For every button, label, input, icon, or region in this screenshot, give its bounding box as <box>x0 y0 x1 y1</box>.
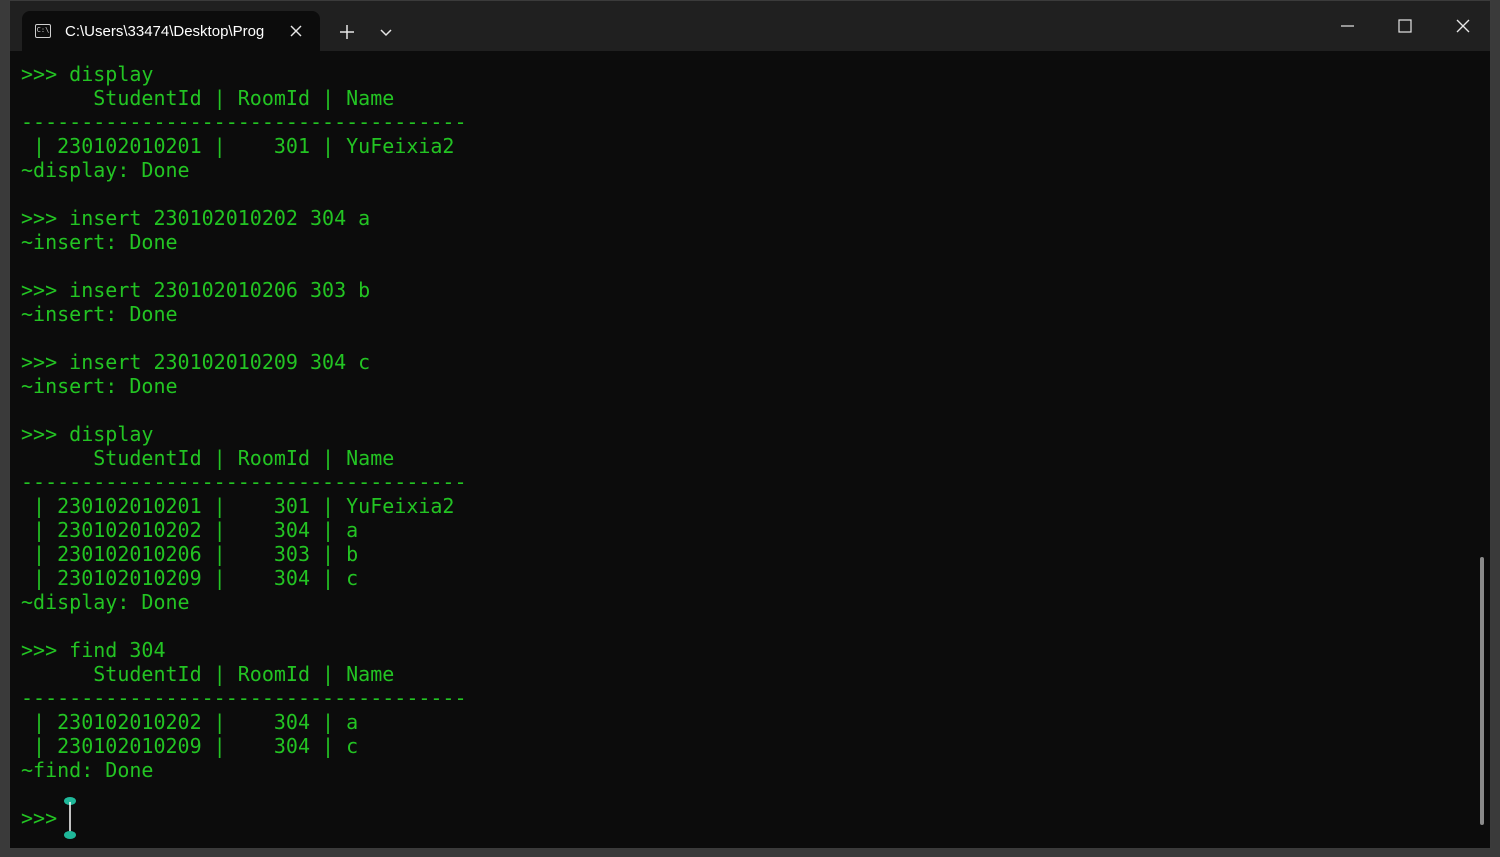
terminal-line: >>> insert 230102010206 303 b <box>21 278 371 302</box>
terminal-line: | 230102010201 | 301 | YuFeixia2 <box>21 494 455 518</box>
text-cursor-icon <box>64 797 76 839</box>
terminal-tab[interactable]: C:\ C:\Users\33474\Desktop\Prog <box>22 11 320 51</box>
terminal-line: StudentId | RoomId | Name <box>21 86 395 110</box>
terminal-line: | 230102010201 | 301 | YuFeixia2 <box>21 134 455 158</box>
terminal-line: ------------------------------------- <box>21 686 467 710</box>
tab-title: C:\Users\33474\Desktop\Prog <box>65 23 265 40</box>
scrollbar[interactable] <box>1480 557 1484 825</box>
terminal-line: | 230102010206 | 303 | b <box>21 542 359 566</box>
terminal-line: StudentId | RoomId | Name <box>21 662 395 686</box>
terminal-line: ~insert: Done <box>21 302 178 326</box>
chevron-down-icon[interactable] <box>375 21 397 45</box>
terminal-line: ~display: Done <box>21 590 190 614</box>
terminal-line: | 230102010202 | 304 | a <box>21 518 359 542</box>
plus-icon[interactable] <box>335 21 359 45</box>
terminal-line: ~insert: Done <box>21 230 178 254</box>
terminal-line: >>> insert 230102010202 304 a <box>21 206 371 230</box>
terminal-line: >>> <box>21 806 70 830</box>
terminal-line: ------------------------------------- <box>21 110 467 134</box>
terminal-line: ~insert: Done <box>21 374 178 398</box>
terminal-line: | 230102010209 | 304 | c <box>21 734 359 758</box>
terminal-line: ~find: Done <box>21 758 154 782</box>
terminal-window: C:\ C:\Users\33474\Desktop\Prog >>> disp… <box>9 0 1491 849</box>
terminal-icon: C:\ <box>35 24 51 38</box>
close-icon[interactable] <box>1440 9 1486 43</box>
close-icon[interactable] <box>286 21 306 41</box>
terminal-line: | 230102010209 | 304 | c <box>21 566 359 590</box>
terminal-line: | 230102010202 | 304 | a <box>21 710 359 734</box>
terminal-line: ------------------------------------- <box>21 470 467 494</box>
terminal-line: >>> display <box>21 422 154 446</box>
terminal-line: >>> display <box>21 62 154 86</box>
terminal-output[interactable]: >>> display StudentId | RoomId | Name ---… <box>21 62 1471 842</box>
terminal-line: StudentId | RoomId | Name <box>21 446 395 470</box>
terminal-line: >>> insert 230102010209 304 c <box>21 350 371 374</box>
title-bar[interactable]: C:\ C:\Users\33474\Desktop\Prog <box>10 1 1490 51</box>
minimize-icon[interactable] <box>1324 9 1370 43</box>
maximize-icon[interactable] <box>1382 9 1428 43</box>
terminal-line: >>> find 304 <box>21 638 166 662</box>
terminal-line: ~display: Done <box>21 158 190 182</box>
